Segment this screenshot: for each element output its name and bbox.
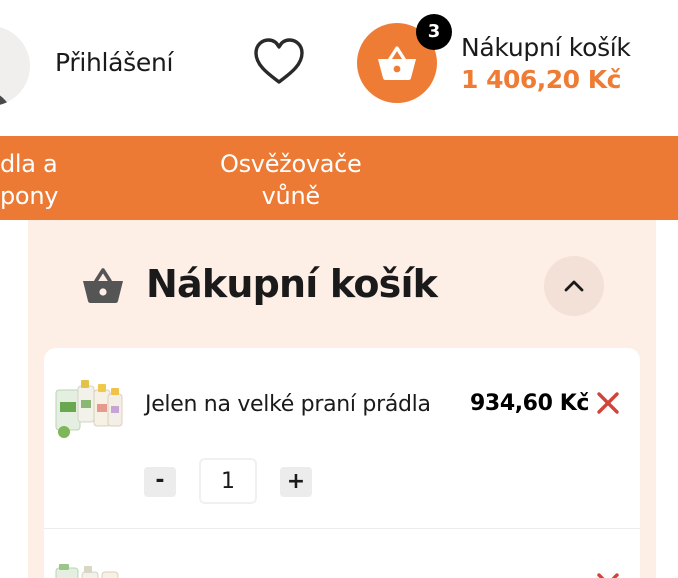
user-icon <box>0 95 10 106</box>
cart-item-name-cropped <box>145 566 385 578</box>
basket-icon <box>83 268 123 303</box>
basket-icon <box>378 46 416 80</box>
product-image <box>55 380 123 438</box>
cart-item-price: 934,60 Kč <box>470 391 590 416</box>
quantity-input[interactable] <box>199 458 257 504</box>
product-thumbnail[interactable] <box>54 376 124 440</box>
quantity-decrease-button[interactable]: - <box>144 467 176 497</box>
page: Přihlášení 3 Nákupní košík 1 406,20 Kč d… <box>0 0 678 578</box>
wishlist-button[interactable] <box>250 36 308 88</box>
header-cart-title[interactable]: Nákupní košík <box>461 33 631 62</box>
row-divider <box>44 528 640 529</box>
heart-icon <box>254 38 304 84</box>
cropped-text-fragment <box>145 566 385 578</box>
cart-item-name[interactable]: Jelen na velké praní prádla <box>145 392 431 417</box>
site-header: Přihlášení 3 Nákupní košík 1 406,20 Kč <box>0 0 678 136</box>
product-image <box>55 564 119 578</box>
remove-item-button[interactable] <box>596 391 620 415</box>
quantity-increase-button[interactable]: + <box>280 467 312 497</box>
user-account-button[interactable] <box>0 26 30 106</box>
nav-item-detergents[interactable]: dla a pony <box>0 148 58 212</box>
cart-count-badge: 3 <box>416 14 452 50</box>
close-icon <box>597 573 619 578</box>
remove-item-button[interactable] <box>596 572 620 578</box>
collapse-cart-button[interactable] <box>544 256 604 316</box>
login-link[interactable]: Přihlášení <box>55 48 173 77</box>
header-cart-total[interactable]: 1 406,20 Kč <box>461 65 621 94</box>
nav-item-label-line: pony <box>0 182 59 210</box>
nav-item-label-line: Osvěžovače <box>220 150 362 178</box>
product-thumbnail[interactable] <box>54 564 124 578</box>
category-nav: dla a pony Osvěžovače vůně <box>0 136 678 220</box>
cart-panel-title: Nákupní košík <box>146 262 438 306</box>
nav-item-label-line: vůně <box>261 182 321 210</box>
close-icon <box>597 392 619 414</box>
nav-item-label-line: dla a <box>0 150 58 178</box>
chevron-up-icon <box>564 280 584 292</box>
cart-items-list <box>44 348 640 578</box>
nav-item-air-fresheners[interactable]: Osvěžovače vůně <box>220 148 362 212</box>
